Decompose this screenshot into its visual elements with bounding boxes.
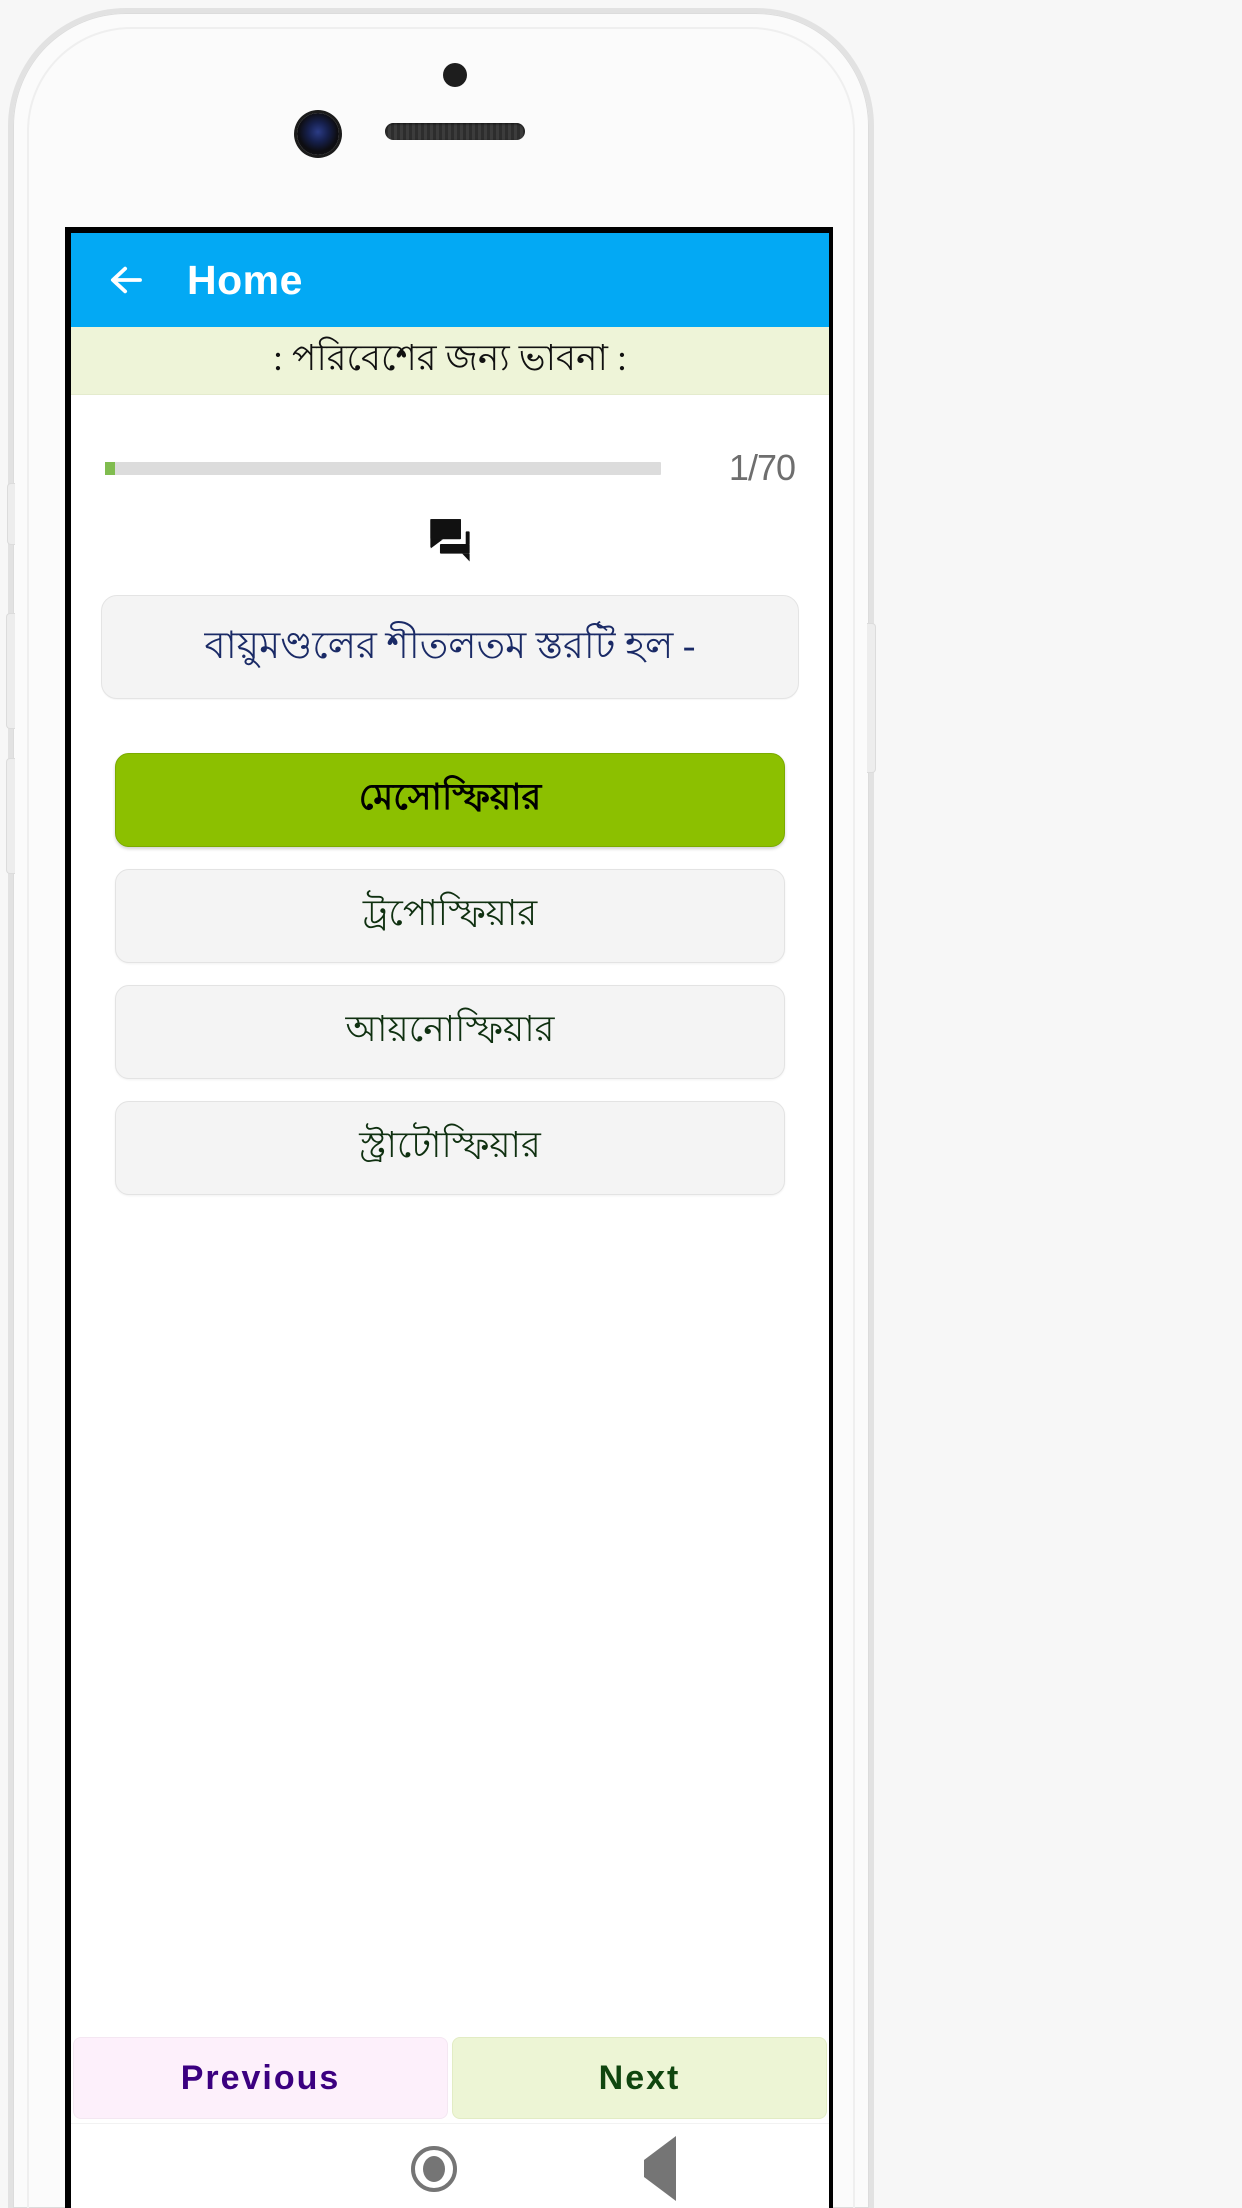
page-title: Home (187, 256, 303, 303)
quiz-content-area: 1/70 বায়ুমণ্ডলের শীতলতম স্তরটি হল - মেস… (71, 395, 829, 2037)
volume-down-button[interactable] (6, 758, 15, 874)
front-camera-lens-icon (297, 113, 339, 155)
earpiece-speaker-grille-icon (385, 123, 525, 140)
app-bar: Home (71, 233, 829, 327)
quiz-navigation-bar: Previous Next (71, 2037, 829, 2123)
phone-device-frame: Home : পরিবেশের জন্য ভাবনা : 1/70 বায়ুম… (6, 8, 876, 2208)
previous-button[interactable]: Previous (73, 2037, 448, 2119)
progress-bar-fill (105, 461, 115, 475)
question-card: বায়ুমণ্ডলের শীতলতম স্তরটি হল - (101, 595, 799, 699)
progress-counter-label: 1/70 (728, 447, 796, 488)
question-icon-row (101, 517, 799, 565)
volume-up-button[interactable] (6, 613, 15, 729)
circle-home-icon[interactable] (410, 2145, 457, 2192)
answer-option-3[interactable]: স্ট্রাটোস্ফিয়ার (115, 1101, 785, 1195)
triangle-back-icon[interactable] (643, 2135, 676, 2201)
answer-option-label: মেসোস্ফিয়ার (358, 777, 542, 817)
answer-option-0[interactable]: মেসোস্ফিয়ার (115, 753, 785, 847)
question-answer-icon (423, 517, 477, 565)
android-system-nav-bar (71, 2123, 829, 2208)
back-arrow-icon[interactable] (105, 259, 147, 301)
answer-option-2[interactable]: আয়নোস্ফিয়ার (115, 985, 785, 1079)
category-title-band: : পরিবেশের জন্য ভাবনা : (71, 327, 829, 395)
previous-button-label: Previous (180, 2058, 341, 2097)
proximity-sensor-dot-icon (443, 63, 467, 87)
question-text: বায়ুমণ্ডলের শীতলতম স্তরটি হল - (204, 625, 696, 668)
answer-option-label: ট্রপোস্ফিয়ার (362, 893, 538, 933)
category-title-text: : পরিবেশের জন্য ভাবনা : (273, 337, 627, 378)
phone-screen: Home : পরিবেশের জন্য ভাবনা : 1/70 বায়ুম… (71, 233, 829, 2208)
progress-row: 1/70 (101, 447, 799, 489)
next-button-label: Next (598, 2058, 681, 2097)
mute-switch-button[interactable] (7, 483, 15, 545)
answer-option-label: আয়নোস্ফিয়ার (345, 1009, 555, 1049)
progress-bar[interactable] (105, 461, 661, 475)
answer-options-list: মেসোস্ফিয়ার ট্রপোস্ফিয়ার আয়নোস্ফিয়ার… (101, 753, 799, 1195)
answer-option-1[interactable]: ট্রপোস্ফিয়ার (115, 869, 785, 963)
page-root: Home : পরিবেশের জন্য ভাবনা : 1/70 বায়ুম… (0, 0, 1242, 2208)
next-button[interactable]: Next (452, 2037, 827, 2119)
power-button[interactable] (867, 623, 876, 773)
answer-option-label: স্ট্রাটোস্ফিয়ার (359, 1125, 541, 1165)
screen-bezel: Home : পরিবেশের জন্য ভাবনা : 1/70 বায়ুম… (65, 227, 833, 2208)
